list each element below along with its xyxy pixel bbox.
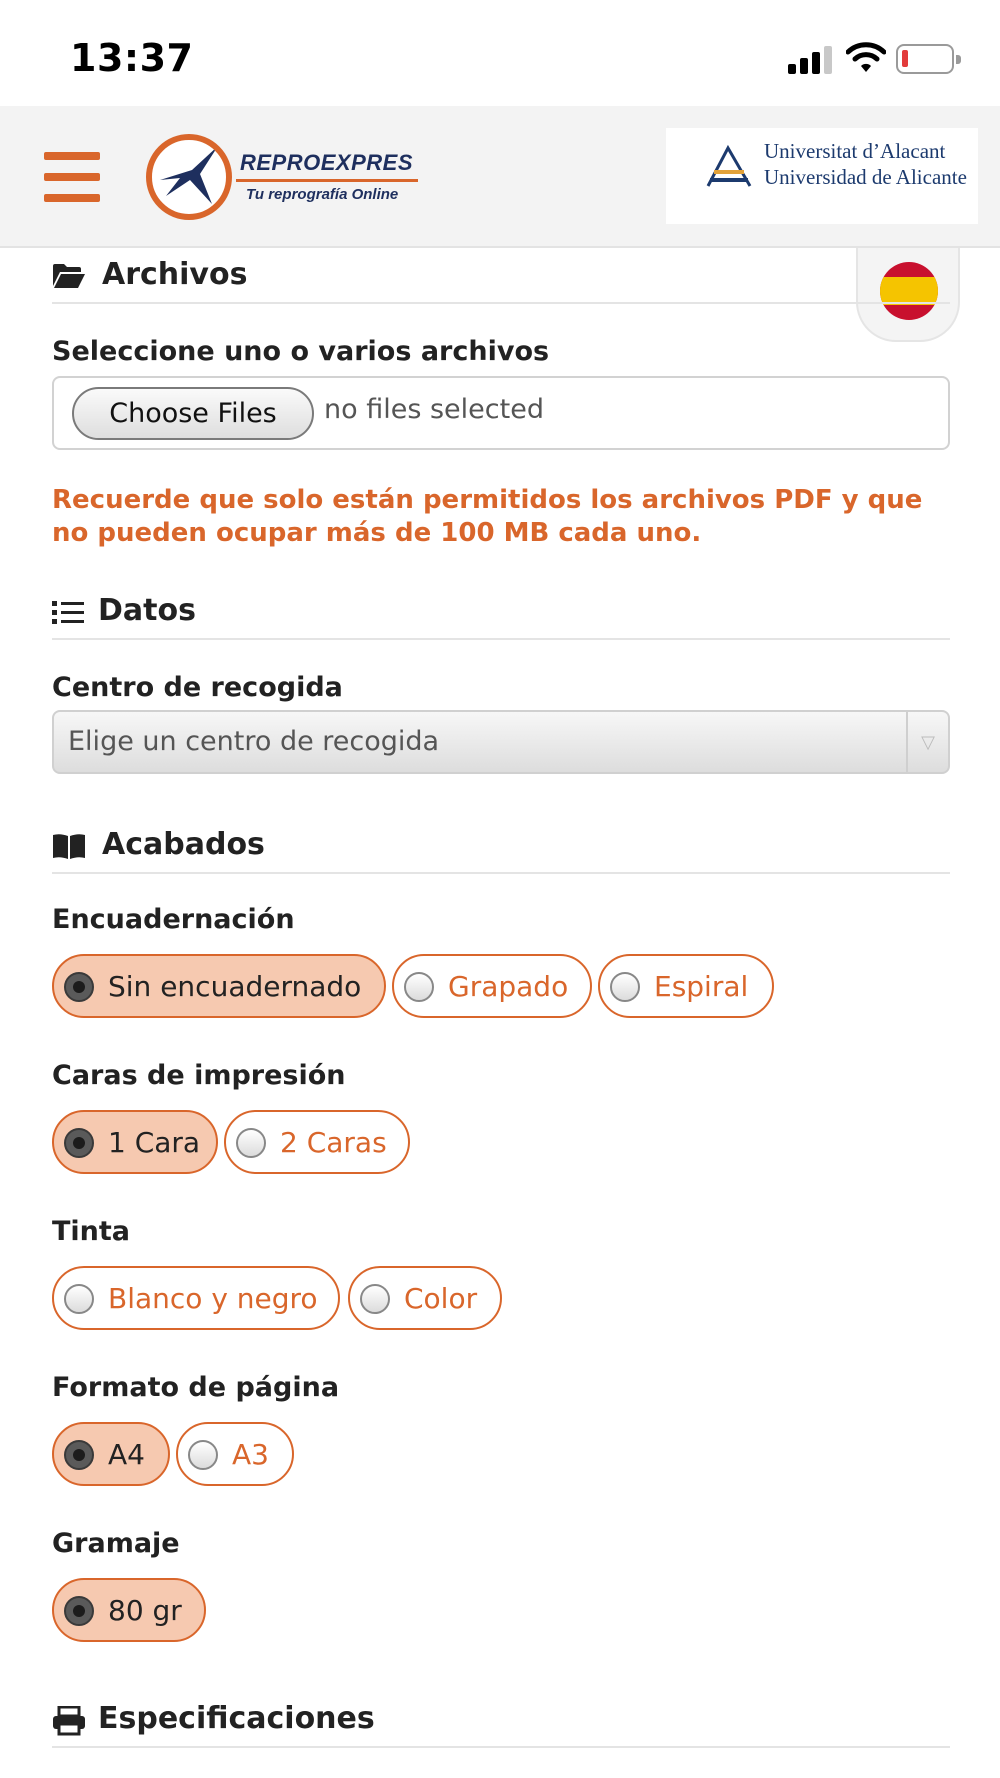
radio-dot [360, 1284, 390, 1314]
section-title: Acabados [102, 827, 265, 862]
paper-weight-label: Gramaje [52, 1528, 180, 1559]
radio-2-caras[interactable]: 2 Caras [224, 1110, 410, 1174]
file-notice: Recuerde que solo están permitidos los a… [52, 485, 923, 548]
list-icon [52, 598, 86, 626]
pickup-select-value: Elige un centro de recogida [68, 726, 440, 757]
folder-open-icon [52, 262, 86, 290]
radio-1-cara[interactable]: 1 Cara [52, 1110, 218, 1174]
radio-80-gr[interactable]: 80 gr [52, 1578, 206, 1642]
radio-sin-encuadernado[interactable]: Sin encuadernado [52, 954, 386, 1018]
radio-dot [64, 1440, 94, 1470]
section-title: Datos [98, 593, 196, 628]
menu-icon[interactable] [44, 152, 100, 202]
radio-espiral[interactable]: Espiral [598, 954, 774, 1018]
radio-a3[interactable]: A3 [176, 1422, 294, 1486]
radio-label: A4 [108, 1438, 145, 1471]
section-datos: Datos [52, 584, 950, 640]
radio-a4[interactable]: A4 [52, 1422, 170, 1486]
university-name: Universitat d’Alacant Universidad de Ali… [764, 138, 967, 190]
brand-tagline: Tu reprografía Online [246, 186, 399, 203]
radio-dot [64, 972, 94, 1002]
radio-label: A3 [232, 1438, 269, 1471]
ink-label: Tinta [52, 1216, 131, 1247]
radio-dot [188, 1440, 218, 1470]
radio-dot [64, 1128, 94, 1158]
radio-label: Blanco y negro [108, 1282, 318, 1315]
radio-dot [404, 972, 434, 1002]
university-logo[interactable]: Universitat d’Alacant Universidad de Ali… [666, 128, 978, 224]
university-name-line2: Universidad de Alicante [764, 165, 967, 189]
section-title: Especificaciones [98, 1701, 375, 1736]
section-acabados: Acabados [52, 818, 950, 874]
logo-bird-icon [146, 134, 232, 220]
pickup-select[interactable]: Elige un centro de recogida ▽ [52, 710, 950, 774]
wifi-icon [845, 40, 887, 74]
choose-files-button[interactable]: Choose Files [72, 387, 314, 440]
chevron-down-icon: ▽ [906, 712, 948, 772]
site-header: REPROEXPRES Tu reprografía Online Univer… [0, 106, 1000, 248]
page-format-label: Formato de página [52, 1372, 340, 1403]
radio-dot [64, 1284, 94, 1314]
book-icon [52, 832, 86, 860]
brand-underline [236, 179, 418, 182]
sides-label: Caras de impresión [52, 1060, 346, 1091]
radio-label: 1 Cara [108, 1126, 201, 1159]
radio-dot [610, 972, 640, 1002]
radio-blanco-y-negro[interactable]: Blanco y negro [52, 1266, 340, 1330]
section-especificaciones: Especificaciones [52, 1692, 950, 1748]
file-status-text: no files selected [324, 394, 544, 425]
section-archivos: Archivos [52, 248, 950, 304]
section-title: Archivos [102, 257, 248, 292]
university-emblem-icon [706, 144, 752, 188]
radio-grapado[interactable]: Grapado [392, 954, 592, 1018]
radio-label: 2 Caras [280, 1126, 387, 1159]
radio-dot [64, 1596, 94, 1626]
brand-name: REPROEXPRES [240, 150, 413, 175]
file-input: Choose Files no files selected [52, 376, 950, 450]
radio-label: Sin encuadernado [108, 970, 362, 1003]
printer-icon [52, 1705, 86, 1736]
binding-label: Encuadernación [52, 904, 295, 935]
radio-label: Color [404, 1282, 478, 1315]
files-label: Seleccione uno o varios archivos [52, 336, 550, 367]
university-name-line1: Universitat d’Alacant [764, 139, 946, 163]
status-time: 13:37 [70, 36, 194, 80]
radio-label: Grapado [448, 970, 569, 1003]
radio-color[interactable]: Color [348, 1266, 502, 1330]
cellular-signal-icon [788, 46, 836, 74]
status-bar: 13:37 [0, 0, 1000, 106]
radio-label: 80 gr [108, 1594, 182, 1627]
battery-icon [896, 44, 961, 74]
radio-dot [236, 1128, 266, 1158]
radio-label: Espiral [654, 970, 749, 1003]
pickup-label: Centro de recogida [52, 672, 343, 703]
